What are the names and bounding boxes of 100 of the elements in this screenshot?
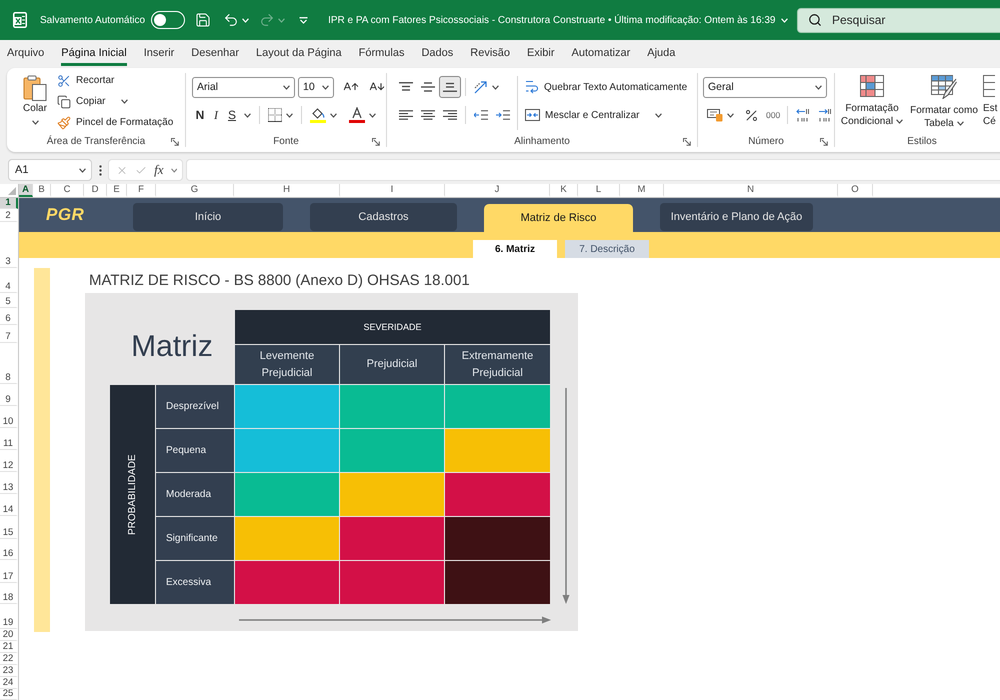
comma-style-button[interactable]: 000: [763, 104, 784, 126]
chevron-down-icon[interactable]: [956, 121, 964, 126]
align-bottom-icon[interactable]: [443, 82, 457, 92]
chevron-down-icon[interactable]: [32, 120, 38, 125]
row-header[interactable]: 24: [0, 677, 18, 689]
menu-tab[interactable]: Dados: [421, 40, 454, 66]
cell-styles-button[interactable]: Est Cé: [983, 68, 1000, 128]
number-format-dropdown[interactable]: Geral: [703, 76, 827, 98]
format-painter-button[interactable]: Pincel de Formatação: [55, 112, 176, 133]
row-header[interactable]: 25: [0, 689, 18, 700]
sheet-tab[interactable]: 6. Matriz: [473, 240, 557, 258]
merge-cells-icon[interactable]: [525, 109, 540, 121]
chevron-down-icon[interactable]: [369, 112, 376, 118]
chevron-down-icon[interactable]: [896, 119, 904, 124]
chevron-down-icon[interactable]: [170, 168, 178, 172]
nav-button[interactable]: Inventário e Plano de Ação: [660, 203, 813, 231]
chevron-down-icon[interactable]: [283, 84, 290, 90]
italic-button[interactable]: I: [208, 104, 224, 126]
menu-tab[interactable]: Ajuda: [647, 40, 676, 66]
nav-button[interactable]: Cadastros: [310, 203, 457, 231]
copy-icon[interactable]: [57, 94, 71, 108]
decrease-decimal-icon[interactable]: [818, 108, 832, 122]
row-header[interactable]: 22: [0, 653, 18, 665]
format-as-table-icon[interactable]: [931, 75, 957, 99]
cut-button[interactable]: Recortar: [55, 70, 176, 91]
percent-icon[interactable]: [744, 108, 759, 122]
chevron-down-icon[interactable]: [286, 112, 293, 118]
menu-tab[interactable]: Layout da Página: [256, 40, 342, 66]
formula-input[interactable]: [186, 159, 1000, 181]
name-box[interactable]: A1: [8, 159, 92, 181]
indent-decrease-icon[interactable]: [474, 110, 488, 120]
row-heading: Desprezível: [156, 385, 234, 428]
underline-button[interactable]: S: [224, 104, 240, 126]
menu-tab[interactable]: Arquivo: [7, 40, 44, 66]
menu-tab[interactable]: Inserir: [144, 40, 174, 66]
fill-color-icon[interactable]: [310, 107, 326, 123]
merge-center-button[interactable]: Mesclar e Centralizar: [523, 104, 642, 126]
paintbrush-icon[interactable]: [57, 116, 71, 130]
customize-toolbar-icon[interactable]: [299, 16, 308, 24]
column-header[interactable]: A: [19, 184, 33, 197]
dialog-launcher-icon[interactable]: [820, 138, 828, 146]
more-options-icon[interactable]: [99, 164, 102, 176]
autosave-toggle[interactable]: [151, 11, 186, 29]
align-top-icon[interactable]: [399, 82, 413, 92]
align-left-icon[interactable]: [399, 110, 413, 120]
chevron-down-icon[interactable]: [121, 99, 128, 104]
app-logo: PGR: [46, 205, 86, 225]
chevron-down-icon[interactable]: [815, 84, 822, 90]
paste-button[interactable]: Colar: [17, 68, 53, 125]
wrap-text-icon[interactable]: [525, 80, 539, 94]
text-orientation-icon[interactable]: [474, 80, 488, 94]
dialog-launcher-icon[interactable]: [171, 138, 179, 146]
insert-function-button[interactable]: fx: [154, 162, 164, 178]
chevron-down-icon[interactable]: [492, 84, 499, 90]
menu-tab[interactable]: Revisão: [470, 40, 510, 66]
nav-button[interactable]: Matriz de Risco: [484, 204, 633, 232]
chevron-down-icon[interactable]: [655, 112, 662, 118]
align-right-icon[interactable]: [443, 110, 457, 120]
copy-button[interactable]: Copiar: [55, 91, 108, 112]
menu-tab[interactable]: Desenhar: [191, 40, 239, 66]
menu-tab[interactable]: Automatizar: [572, 40, 630, 66]
chevron-down-icon[interactable]: [79, 168, 86, 172]
accounting-format-icon[interactable]: [707, 108, 723, 122]
row-header[interactable]: 20: [0, 629, 18, 641]
chevron-down-icon[interactable]: [727, 112, 734, 118]
cell-styles-icon[interactable]: [983, 75, 995, 97]
down-arrow-icon: [562, 388, 570, 604]
row-header[interactable]: 23: [0, 665, 18, 677]
align-center-icon[interactable]: [421, 110, 435, 120]
search-icon[interactable]: [808, 12, 822, 26]
chevron-down-icon[interactable]: [330, 112, 337, 118]
row-header[interactable]: 2: [0, 209, 18, 222]
undo-icon[interactable]: [223, 12, 240, 28]
wrap-text-button[interactable]: Quebrar Texto Automaticamente: [523, 76, 690, 98]
row-header[interactable]: 1: [0, 198, 18, 209]
nav-button[interactable]: Início: [133, 203, 283, 231]
align-middle-icon[interactable]: [421, 82, 435, 92]
chevron-down-icon[interactable]: [322, 84, 329, 90]
borders-icon[interactable]: [268, 108, 282, 122]
font-name-dropdown[interactable]: Arial: [192, 76, 295, 98]
dialog-launcher-icon[interactable]: [372, 138, 380, 146]
increase-decimal-icon[interactable]: [796, 108, 810, 122]
scissors-icon[interactable]: [57, 74, 71, 88]
menu-tab[interactable]: Exibir: [527, 40, 555, 66]
dialog-launcher-icon[interactable]: [683, 138, 691, 146]
sheet-tab[interactable]: 7. Descrição: [565, 240, 649, 258]
bold-button[interactable]: N: [192, 104, 208, 126]
row-header[interactable]: 21: [0, 641, 18, 653]
chevron-down-icon[interactable]: [244, 112, 251, 118]
font-color-icon[interactable]: [349, 107, 365, 123]
conditional-formatting-button[interactable]: Formatação Condicional: [839, 68, 905, 128]
save-icon[interactable]: [195, 12, 212, 28]
menu-tab[interactable]: Fórmulas: [358, 40, 404, 66]
indent-increase-icon[interactable]: [496, 110, 510, 120]
format-as-table-button[interactable]: Formatar como Tabela: [908, 68, 980, 130]
font-size-dropdown[interactable]: 10: [298, 76, 334, 98]
vertical-align-button[interactable]: [439, 76, 461, 98]
search-field[interactable]: Pesquisar: [797, 8, 1000, 32]
conditional-formatting-icon[interactable]: [860, 75, 884, 97]
clipboard-icon[interactable]: [23, 75, 47, 101]
